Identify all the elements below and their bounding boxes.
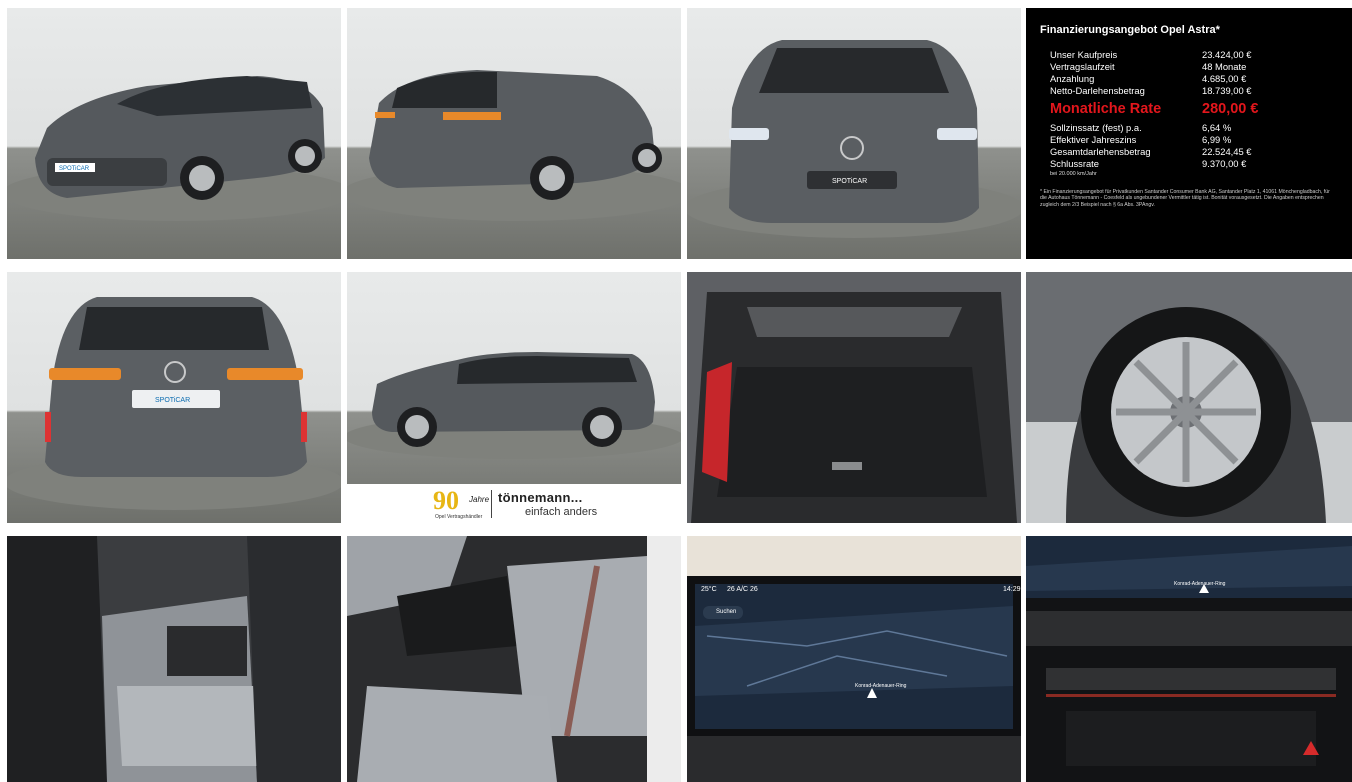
- logo-divider: [491, 490, 492, 518]
- wheel-illustration: [1026, 272, 1352, 523]
- dealer-subtitle: Opel Vertragshändler: [435, 514, 483, 520]
- gallery-photo-rear-left[interactable]: [347, 8, 681, 259]
- nav-search-button[interactable]: Suchen: [703, 606, 743, 619]
- nav-street-label: Konrad-Adenauer-Ring: [855, 683, 907, 689]
- plate-text: SPOTiCAR: [59, 166, 90, 172]
- rear-seats-illustration: [7, 536, 341, 782]
- financing-row: Netto-Darlehensbetrag 18.739,00 €: [1050, 85, 1252, 96]
- gallery-photo-side[interactable]: 90 Jahre Opel Vertragshändler tönnemann.…: [347, 272, 681, 523]
- financing-row: Anzahlung 4.685,00 €: [1050, 73, 1247, 84]
- financing-mileage: bei 20.000 km/Jahr: [1050, 171, 1097, 177]
- financing-row: Sollzinssatz (fest) p.a. 6,64 %: [1050, 122, 1232, 133]
- gallery-photo-rear-seats[interactable]: [7, 536, 341, 782]
- nav-temperature: 25°C: [701, 586, 717, 593]
- gallery-photo-climate-controls[interactable]: Konrad-Adenauer-Ring: [1026, 536, 1352, 782]
- gallery-photo-front[interactable]: SPOTiCAR: [687, 8, 1021, 259]
- nav-street-label-2: Konrad-Adenauer-Ring: [1174, 581, 1226, 587]
- car-rear-left-illustration: [347, 70, 681, 221]
- gallery-photo-front-left[interactable]: SPOTiCAR: [7, 8, 341, 259]
- car-front-left-illustration: SPOTiCAR: [7, 76, 341, 221]
- gallery-photo-trunk[interactable]: [687, 272, 1021, 523]
- nav-clock: 14:29: [1003, 586, 1021, 593]
- financing-footnote: * Ein Finanzierungsangebot für Privatkun…: [1040, 189, 1330, 208]
- image-gallery: SPOTiCAR SPOTiCAR Finanzierungsangebot O…: [0, 0, 1352, 782]
- trunk-illustration: [687, 272, 1021, 523]
- financing-row: Unser Kaufpreis 23.424,00 €: [1050, 49, 1252, 60]
- financing-row: Vertragslaufzeit 48 Monate: [1050, 61, 1247, 72]
- gallery-photo-front-seat[interactable]: [347, 536, 681, 782]
- dealer-anniversary-number: 90: [433, 486, 459, 515]
- dealer-anniversary-label: Jahre: [469, 495, 490, 504]
- financing-row: Effektiver Jahreszins 6,99 %: [1050, 134, 1232, 145]
- car-rear-illustration: SPOTiCAR: [7, 297, 341, 510]
- financing-title: Finanzierungsangebot Opel Astra*: [1040, 24, 1220, 36]
- navigation-map-illustration: [687, 536, 1021, 782]
- car-front-illustration: SPOTiCAR: [687, 40, 1021, 238]
- dealer-slogan: einfach anders: [525, 506, 598, 518]
- plate-text-rear: SPOTiCAR: [155, 397, 190, 404]
- monthly-rate: Monatliche Rate 280,00 €: [1050, 101, 1259, 117]
- nav-climate-status: 26 A/C 26: [727, 586, 758, 593]
- gallery-photo-wheel[interactable]: [1026, 272, 1352, 523]
- dealer-brand: tönnemann...: [498, 490, 583, 505]
- financing-row: Schlussrate 9.370,00 €: [1050, 158, 1247, 169]
- gallery-photo-navigation[interactable]: 25°C 26 A/C 26 14:29 Suchen Konrad-Adena…: [687, 536, 1021, 782]
- dealer-logo-strip: 90 Jahre Opel Vertragshändler tönnemann.…: [347, 484, 681, 523]
- gallery-photo-rear[interactable]: SPOTiCAR: [7, 272, 341, 523]
- climate-panel-illustration: [1026, 536, 1352, 782]
- financing-row: Gesamtdarlehensbetrag 22.524,45 €: [1050, 146, 1252, 157]
- front-seat-illustration: [347, 536, 681, 782]
- financing-offer-panel: Finanzierungsangebot Opel Astra* Unser K…: [1026, 8, 1352, 259]
- plate-text-front: SPOTiCAR: [832, 178, 867, 185]
